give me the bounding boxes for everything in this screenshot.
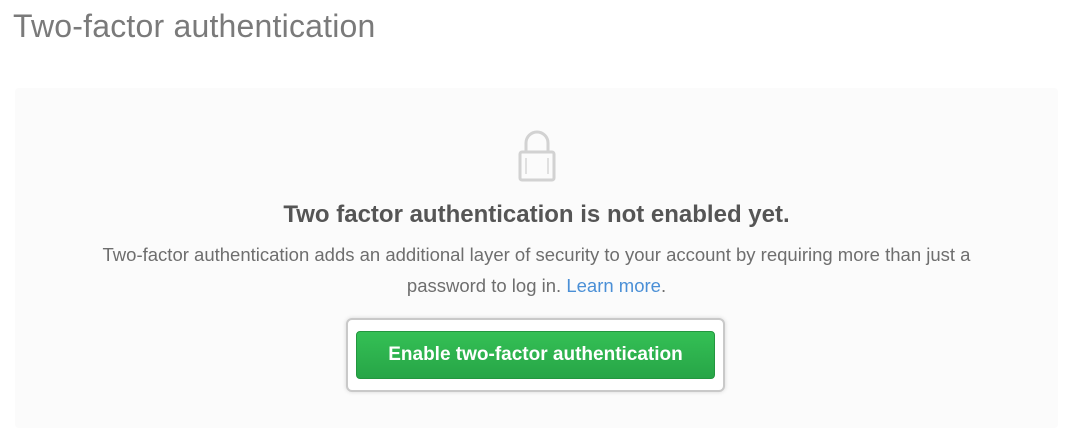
- two-factor-blankslate: Two factor authentication is not enabled…: [15, 88, 1058, 428]
- blankslate-description: Two-factor authentication adds an additi…: [65, 239, 1008, 301]
- learn-more-link[interactable]: Learn more: [566, 275, 661, 296]
- blankslate-heading: Two factor authentication is not enabled…: [283, 201, 790, 228]
- button-focus-ring: Enable two-factor authentication: [346, 318, 725, 392]
- page: Two-factor authentication Two factor aut…: [0, 0, 1080, 444]
- enable-two-factor-button[interactable]: Enable two-factor authentication: [356, 331, 715, 379]
- description-period: .: [660, 275, 667, 296]
- lock-icon: [518, 130, 556, 182]
- page-title: Two-factor authentication: [13, 8, 376, 44]
- description-text: Two-factor authentication adds an additi…: [102, 244, 971, 296]
